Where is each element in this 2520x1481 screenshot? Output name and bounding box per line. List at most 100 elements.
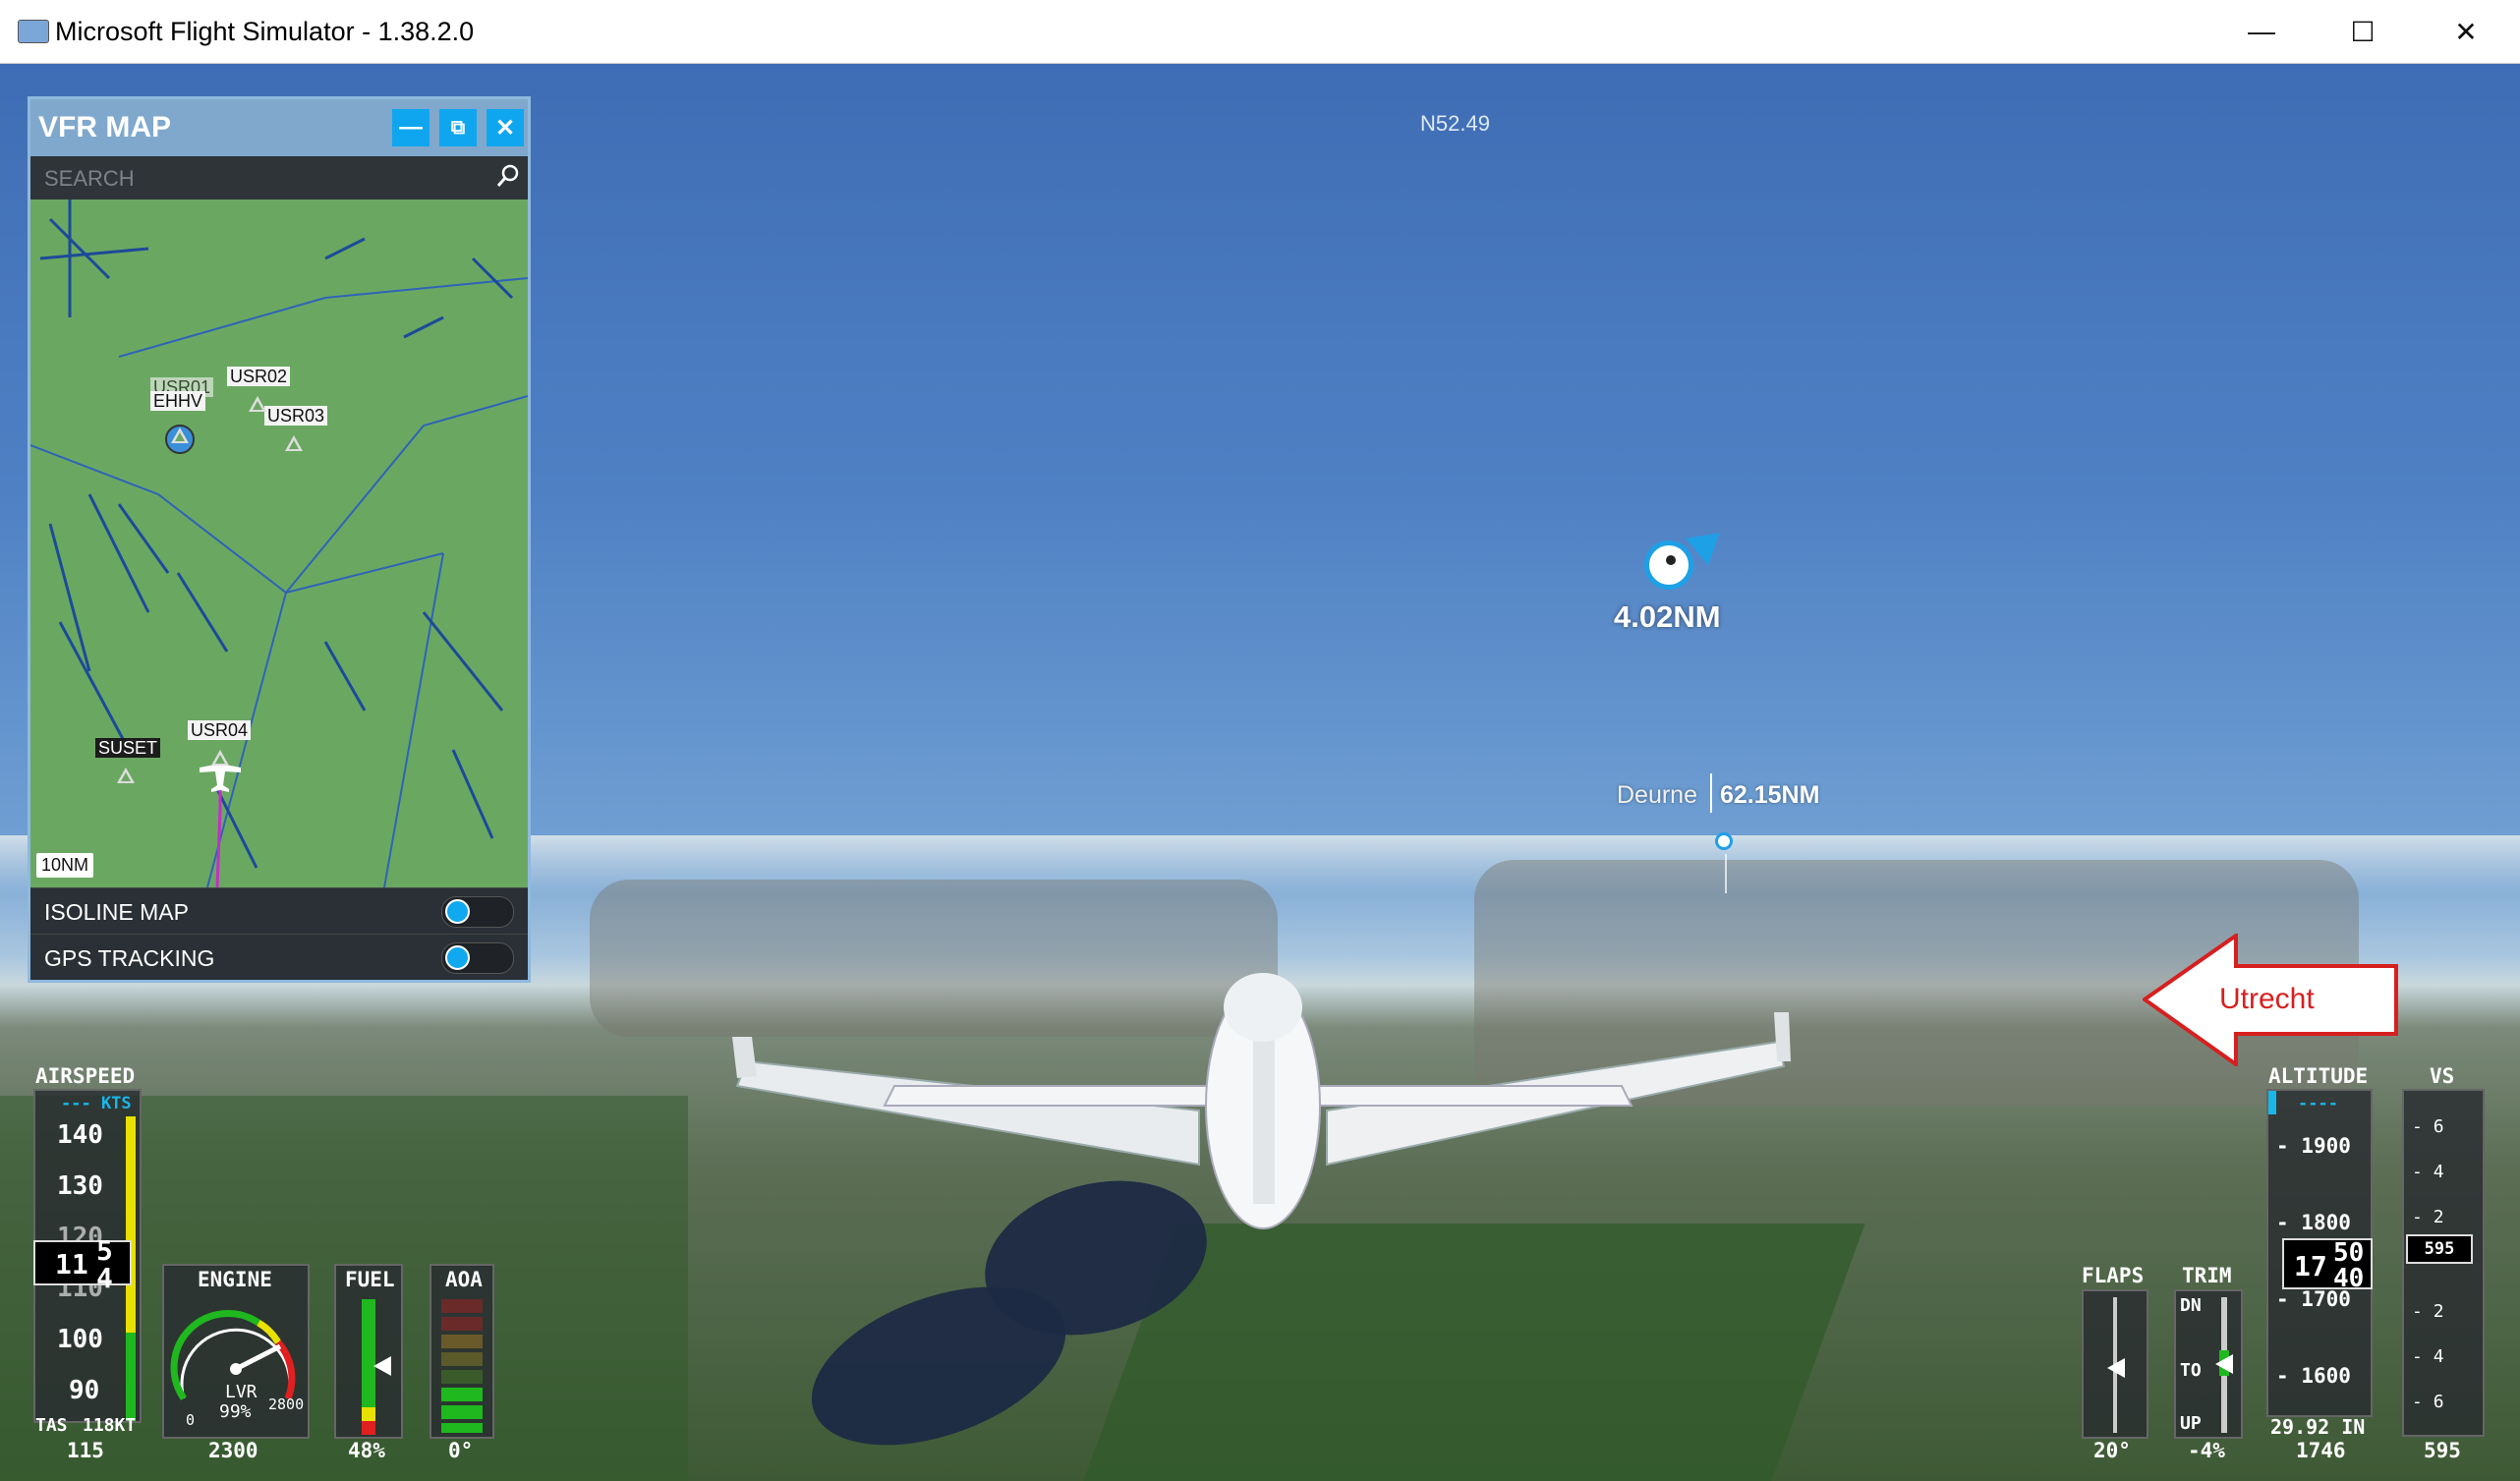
map-label-suset[interactable]: SUSET bbox=[95, 738, 161, 758]
search-input[interactable] bbox=[42, 162, 469, 196]
altitude-bug-marker bbox=[2268, 1091, 2276, 1114]
engine-label: ENGINE bbox=[198, 1268, 272, 1291]
engine-gauge: ENGINE LVR 99% 0 2800 bbox=[162, 1264, 310, 1439]
altitude-current-tens-next: 40 bbox=[2333, 1264, 2365, 1293]
vs-tick: - 2 bbox=[2412, 1301, 2444, 1322]
callout-label: Utrecht bbox=[2219, 983, 2315, 1015]
vfr-map-panel[interactable]: VFR MAP — ⧉ ✕ SEARCH USR01 EHHV USR02 US… bbox=[28, 96, 531, 983]
map-label-usr02[interactable]: USR02 bbox=[227, 367, 291, 386]
gps-tracking-row[interactable]: GPS TRACKING bbox=[30, 934, 528, 980]
airspeed-current-units-next: 4 bbox=[96, 1262, 113, 1294]
vfr-map-canvas[interactable]: USR01 EHHV USR02 USR03 USR04 SUSET 10NM bbox=[30, 199, 528, 887]
waypoint-name: Deurne bbox=[1617, 781, 1697, 809]
isoline-map-row[interactable]: ISOLINE MAP bbox=[30, 887, 528, 934]
poi-distance: 4.02NM bbox=[1614, 599, 1721, 634]
minimize-button[interactable]: — bbox=[2227, 10, 2296, 53]
aoa-value: 0° bbox=[448, 1439, 474, 1462]
airspeed-tick: 90 bbox=[69, 1376, 100, 1405]
gps-tracking-label: GPS TRACKING bbox=[44, 945, 215, 971]
engine-scale-min: 0 bbox=[186, 1411, 196, 1429]
aoa-band bbox=[441, 1370, 483, 1384]
engine-rpm: 2300 bbox=[208, 1439, 258, 1462]
tas-value: 118KT bbox=[83, 1415, 137, 1436]
altitude-tick: - 1800 bbox=[2276, 1211, 2351, 1234]
waypoint-triangle-icon[interactable] bbox=[211, 750, 229, 766]
isoline-map-label: ISOLINE MAP bbox=[44, 899, 189, 925]
aoa-band bbox=[441, 1299, 483, 1313]
vs-current-box: 595 bbox=[2406, 1234, 2473, 1264]
top-partial-label: N52.49 bbox=[1420, 111, 1490, 136]
aoa-gauge: AOA bbox=[430, 1264, 494, 1439]
altitude-current-box: 17 50 40 bbox=[2282, 1238, 2373, 1293]
poi-pin-icon[interactable] bbox=[1644, 541, 1693, 590]
map-label-usr04[interactable]: USR04 bbox=[188, 720, 252, 740]
trim-to: TO bbox=[2180, 1360, 2202, 1381]
window-title: Microsoft Flight Simulator - 1.38.2.0 bbox=[55, 17, 475, 46]
waypoint-triangle-icon[interactable] bbox=[171, 427, 189, 443]
engine-scale-max: 2800 bbox=[268, 1396, 305, 1413]
flaps-value: 20° bbox=[2093, 1439, 2131, 1462]
close-button[interactable]: ✕ bbox=[2432, 10, 2500, 53]
altitude-label: ALTITUDE bbox=[2268, 1064, 2369, 1088]
flaps-pointer-icon bbox=[2107, 1358, 2125, 1378]
airspeed-tick: 100 bbox=[57, 1325, 103, 1354]
waypoint-marker-icon[interactable] bbox=[1715, 832, 1733, 850]
vs-tick: - 6 bbox=[2412, 1392, 2444, 1412]
waypoint-triangle-icon[interactable] bbox=[285, 435, 303, 451]
gps-tracking-toggle[interactable] bbox=[441, 942, 514, 974]
trim-up: UP bbox=[2180, 1413, 2202, 1434]
waypoint-triangle-icon[interactable] bbox=[249, 396, 266, 412]
airspeed-bug: --- KTS bbox=[61, 1094, 132, 1113]
app-icon bbox=[18, 20, 49, 43]
airspeed-current-box: 11 5 4 bbox=[33, 1234, 132, 1294]
isoline-map-toggle[interactable] bbox=[441, 896, 514, 928]
altitude-bug: ---- bbox=[2298, 1094, 2338, 1113]
lvr-value: 99% bbox=[219, 1401, 252, 1422]
waypoint-stem bbox=[1725, 854, 1727, 893]
flaps-label: FLAPS bbox=[2082, 1264, 2145, 1287]
close-panel-button[interactable]: ✕ bbox=[487, 109, 524, 146]
waypoint-distance: 62.15NM bbox=[1720, 781, 1820, 809]
vs-label: VS bbox=[2430, 1064, 2455, 1088]
airspeed-tick: 130 bbox=[57, 1171, 103, 1201]
trim-dn: DN bbox=[2180, 1295, 2202, 1316]
vs-tick: - 6 bbox=[2412, 1116, 2444, 1137]
minimize-panel-button[interactable]: — bbox=[392, 109, 430, 146]
airspeed-green-arc bbox=[126, 1333, 136, 1421]
map-features bbox=[30, 199, 528, 887]
vfr-map-header[interactable]: VFR MAP — ⧉ ✕ bbox=[30, 99, 528, 156]
altitude-tick: - 1900 bbox=[2276, 1134, 2351, 1158]
vfr-map-title: VFR MAP bbox=[38, 111, 171, 143]
map-label-ehhv[interactable]: EHHV bbox=[150, 391, 206, 411]
altitude-bottom-value: 1746 bbox=[2296, 1439, 2346, 1462]
airspeed-tick: 140 bbox=[57, 1120, 103, 1150]
maximize-button[interactable]: ☐ bbox=[2328, 10, 2397, 53]
trim-pointer-icon bbox=[2215, 1354, 2233, 1374]
baro-setting[interactable]: 29.92 IN bbox=[2270, 1415, 2365, 1439]
aoa-band bbox=[441, 1423, 483, 1433]
map-label-usr03[interactable]: USR03 bbox=[264, 406, 328, 426]
altitude-current-hundreds: 17 bbox=[2294, 1250, 2327, 1282]
airspeed-current-tens: 11 bbox=[55, 1248, 88, 1281]
toggle-knob bbox=[445, 945, 470, 970]
vs-tick: - 4 bbox=[2412, 1162, 2444, 1182]
airspeed-yellow-arc bbox=[126, 1116, 136, 1333]
aoa-band bbox=[441, 1335, 483, 1348]
fuel-green-band bbox=[362, 1299, 375, 1407]
waypoint-triangle-icon[interactable] bbox=[117, 768, 135, 783]
waypoint-separator bbox=[1710, 773, 1712, 813]
vs-tick: - 2 bbox=[2412, 1207, 2444, 1227]
fuel-pointer-icon bbox=[373, 1356, 391, 1376]
window-titlebar: Microsoft Flight Simulator - 1.38.2.0 — … bbox=[0, 0, 2520, 64]
aoa-label: AOA bbox=[445, 1268, 483, 1291]
tas-label: TAS bbox=[35, 1415, 68, 1436]
toggle-knob bbox=[445, 899, 470, 924]
vfr-map-search bbox=[30, 156, 528, 199]
aoa-band bbox=[441, 1317, 483, 1331]
search-icon[interactable] bbox=[496, 164, 520, 188]
altitude-tick: - 1600 bbox=[2276, 1364, 2351, 1388]
fuel-yellow-band bbox=[362, 1407, 375, 1421]
aoa-band bbox=[441, 1405, 483, 1419]
undock-panel-button[interactable]: ⧉ bbox=[439, 109, 477, 146]
map-scale: 10NM bbox=[36, 853, 94, 878]
